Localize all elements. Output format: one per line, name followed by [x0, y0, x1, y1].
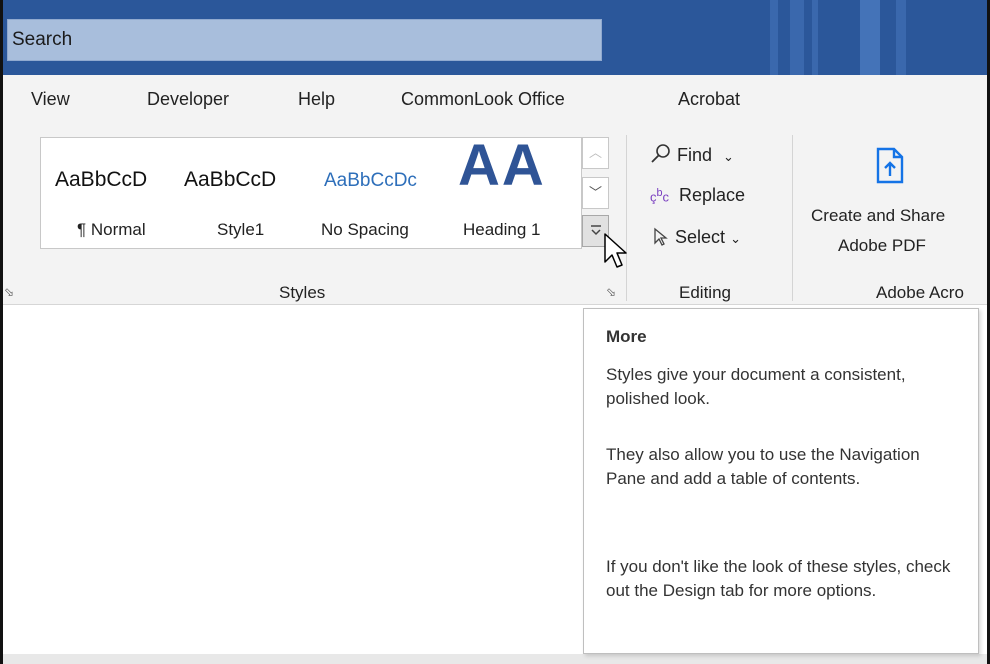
- window-frame: [0, 0, 990, 664]
